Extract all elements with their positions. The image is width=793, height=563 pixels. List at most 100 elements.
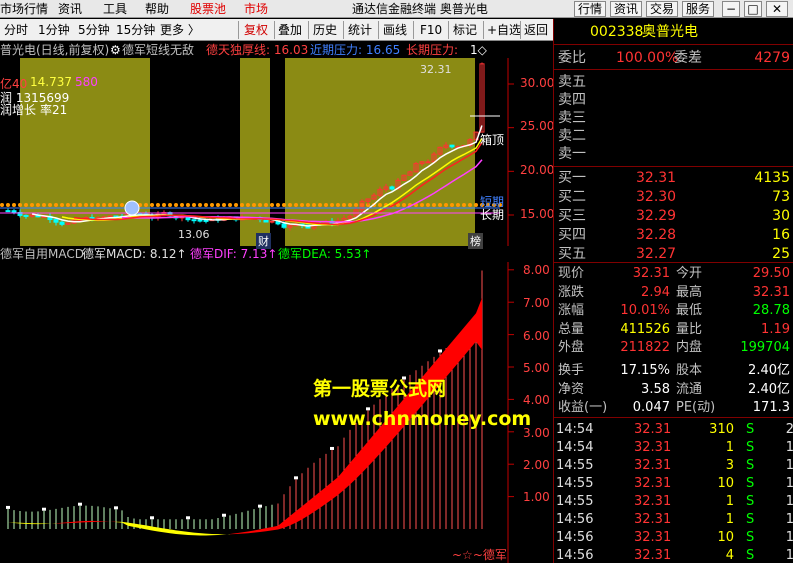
menu-help[interactable]: 帮助	[145, 1, 169, 17]
support-dot	[102, 203, 106, 207]
menu-market-quotes[interactable]: 市场行情	[0, 1, 48, 17]
maximize-icon[interactable]: □	[744, 1, 762, 17]
period-1min[interactable]: 1分钟	[38, 22, 70, 38]
tick-row[interactable]: 14:56 32.31 1 S 1	[554, 511, 793, 529]
tick-row[interactable]: 14:56 32.31 4 S 1	[554, 547, 793, 563]
tick-price: 32.31	[634, 512, 672, 527]
service-button[interactable]: 服务	[682, 1, 714, 17]
stat-value: 199704	[740, 340, 790, 355]
tick-volume: 10	[717, 476, 734, 491]
buy-level-price: 32.30	[636, 189, 677, 205]
buy-level-row[interactable]: 买二 32.30 73	[554, 188, 793, 206]
stock-period-label: 普光电(日线,前复权)	[0, 43, 110, 57]
sell-level-row[interactable]: 卖三	[554, 109, 793, 127]
support-dot	[330, 203, 334, 207]
macd-ylabel: 5.00	[523, 361, 550, 375]
tick-time: 14:55	[556, 476, 594, 491]
back-button[interactable]: 返回	[524, 22, 548, 38]
candle-down	[191, 219, 197, 222]
buy-level-row[interactable]: 买一 32.31 4135	[554, 169, 793, 187]
period-5min[interactable]: 5分钟	[78, 22, 110, 38]
support-dot	[210, 203, 214, 207]
sell-level-row[interactable]: 卖四	[554, 91, 793, 109]
candle-ylabel: 15.00	[520, 207, 555, 221]
expand-icon[interactable]: 1◇	[470, 42, 487, 58]
candle-down	[5, 210, 11, 213]
support-dot	[0, 203, 4, 207]
stat-label: 最高	[676, 284, 703, 300]
support-dot	[252, 203, 256, 207]
buy-level-row[interactable]: 买四 32.28 16	[554, 226, 793, 244]
add-watchlist-button[interactable]: +自选	[487, 22, 521, 38]
buy-level-price: 32.29	[636, 208, 677, 224]
buy-level-row[interactable]: 买五 32.27 25	[554, 245, 793, 263]
stat-value: 29.50	[752, 266, 790, 281]
support-dot	[66, 203, 70, 207]
support-dot	[426, 203, 430, 207]
menu-stock-pool[interactable]: 股票池	[190, 1, 226, 17]
chart-toolbar: 分时 1分钟 5分钟 15分钟 更多 〉 复权 叠加 历史 统计 画线 F10 …	[0, 19, 553, 41]
menu-news[interactable]: 资讯	[58, 1, 82, 17]
close-icon[interactable]: ✕	[766, 1, 788, 17]
tick-row[interactable]: 14:56 32.31 10 S 1	[554, 529, 793, 547]
sell-level-row[interactable]: 卖二	[554, 127, 793, 145]
macd-ribbon-segment	[224, 533, 230, 535]
period-intraday[interactable]: 分时	[4, 22, 28, 38]
menu-market[interactable]: 市场	[244, 1, 268, 17]
line-value-3: 长期压力:	[406, 43, 459, 57]
minimize-icon[interactable]: −	[722, 1, 740, 17]
toolbar-divider	[238, 21, 239, 39]
candle-down	[449, 144, 455, 148]
macd-peak-marker	[114, 506, 118, 510]
quotes-button[interactable]: 行情	[574, 1, 606, 17]
buy-level-row[interactable]: 买三 32.29 30	[554, 207, 793, 225]
tick-time: 14:56	[556, 548, 594, 563]
macd-ribbon-segment	[248, 530, 254, 534]
stat-label: 涨跌	[558, 284, 585, 300]
period-15min[interactable]: 15分钟	[116, 22, 155, 38]
stat-row: 收益(一) 0.047 PE(动) 171.3	[554, 399, 793, 417]
period-more[interactable]: 更多 〉	[160, 22, 200, 38]
sell-level-row[interactable]: 卖五	[554, 73, 793, 91]
overlay-button[interactable]: 叠加	[278, 22, 302, 38]
macd-ribbon-segment	[260, 528, 266, 533]
tick-row[interactable]: 14:55 32.31 1 S 1	[554, 493, 793, 511]
trade-button[interactable]: 交易	[646, 1, 678, 17]
tick-count: 1	[785, 440, 793, 455]
gear-icon[interactable]: ⚙	[110, 42, 121, 58]
stats-button[interactable]: 统计	[348, 22, 372, 38]
tick-count: 1	[785, 476, 793, 491]
divider	[554, 417, 793, 418]
divider	[554, 262, 793, 263]
menu-tools[interactable]: 工具	[103, 1, 127, 17]
macd-ylabel: 1.00	[523, 490, 550, 504]
mark-button[interactable]: 标记	[453, 22, 477, 38]
draw-button[interactable]: 画线	[383, 22, 407, 38]
support-dot	[462, 203, 466, 207]
tick-side: S	[746, 530, 755, 545]
macd-ribbon-segment	[74, 521, 80, 523]
macd-ribbon-segment	[32, 523, 38, 525]
overlay-value-e: 润增长	[0, 103, 37, 117]
tick-row[interactable]: 14:55 32.31 3 S 1	[554, 457, 793, 475]
tick-row[interactable]: 14:55 32.31 10 S 1	[554, 475, 793, 493]
support-dot	[402, 203, 406, 207]
candle-ylabel: 25.00	[520, 119, 555, 133]
history-button[interactable]: 历史	[313, 22, 337, 38]
tick-side: S	[746, 440, 755, 455]
sell-level-row[interactable]: 卖一	[554, 145, 793, 163]
news-button[interactable]: 资讯	[610, 1, 642, 17]
macd-ribbon-segment	[476, 297, 482, 350]
macd-peak-marker	[150, 516, 154, 520]
tick-row[interactable]: 14:54 32.31 1 S 1	[554, 439, 793, 457]
macd-ribbon-segment	[218, 534, 224, 536]
window-title: 通达信金融终端 奥普光电	[352, 2, 488, 16]
buy-level-price: 32.27	[636, 246, 677, 262]
tick-time: 14:54	[556, 440, 594, 455]
tick-row[interactable]: 14:54 32.31 310 S 2	[554, 421, 793, 439]
f10-button[interactable]: F10	[420, 22, 442, 38]
macd-ribbon-segment	[368, 434, 374, 467]
macd-ribbon-segment	[302, 501, 308, 520]
adjust-button[interactable]: 复权	[244, 22, 268, 38]
macd-ribbon-segment	[278, 520, 284, 530]
